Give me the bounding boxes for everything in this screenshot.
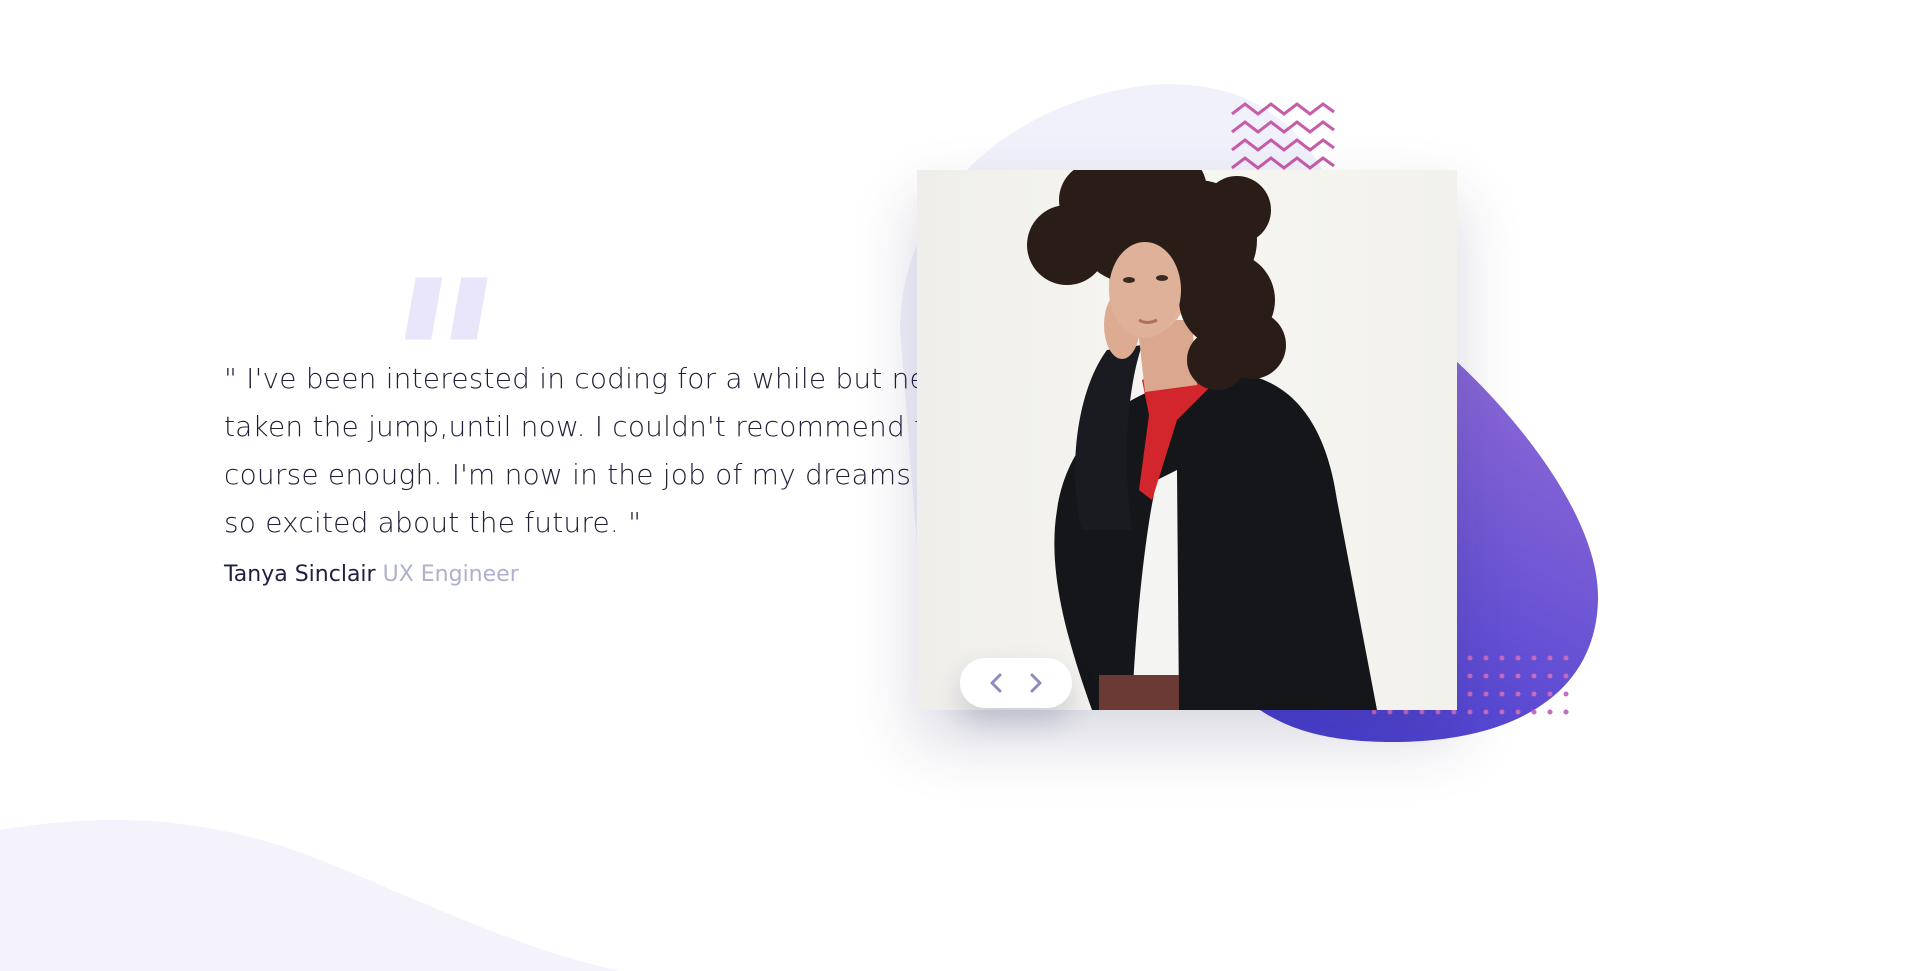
zigzag-pattern (1231, 102, 1335, 170)
author-line: Tanya Sinclair UX Engineer (224, 560, 519, 590)
chevron-left-icon[interactable] (982, 669, 1010, 697)
testimonial-quote: " I've been interested in coding for a w… (224, 362, 974, 539)
author-name: Tanya Sinclair (224, 562, 376, 587)
carousel-nav (960, 658, 1072, 708)
author-role: UX Engineer (382, 562, 519, 587)
chevron-right-icon[interactable] (1022, 669, 1050, 697)
testimonial-photo (917, 170, 1457, 710)
